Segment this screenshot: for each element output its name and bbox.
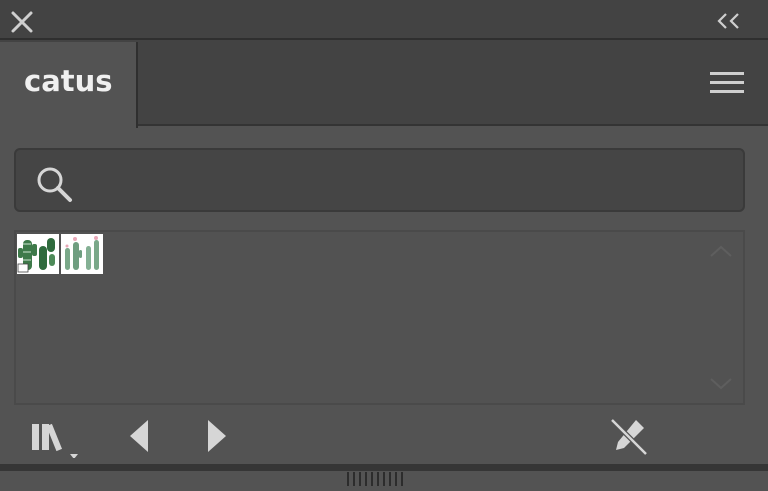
close-icon (11, 11, 33, 33)
hamburger-menu-icon (710, 72, 744, 93)
double-chevron-left-icon (717, 13, 739, 29)
search-icon (37, 167, 72, 202)
cactus-image (61, 234, 103, 274)
library-button[interactable] (28, 418, 82, 459)
library-books-icon (32, 423, 78, 459)
scroll-up-button[interactable] (709, 244, 733, 258)
tab-catus[interactable]: catus (0, 42, 138, 128)
triangle-right-icon (208, 420, 226, 452)
cactus-thumbnail-1[interactable] (17, 234, 59, 274)
pencil-unlink-icon (610, 418, 648, 456)
collapse-panel-button[interactable] (716, 12, 742, 30)
close-button[interactable] (10, 10, 34, 34)
cactus-thumbnail-2[interactable] (61, 234, 103, 274)
bottom-toolbar (0, 408, 768, 464)
previous-button[interactable] (124, 416, 154, 456)
resize-grip[interactable] (346, 472, 408, 486)
search-box[interactable] (14, 148, 745, 212)
grip-handle-icon (347, 472, 403, 486)
next-button[interactable] (202, 416, 232, 456)
triangle-left-icon (130, 420, 148, 452)
search-input[interactable] (94, 162, 728, 200)
cactus-image (17, 234, 59, 274)
scroll-down-button[interactable] (709, 377, 733, 391)
tab-label: catus (24, 64, 113, 98)
panel-divider (0, 464, 768, 471)
panel-title-bar (0, 0, 768, 40)
chevron-down-icon (710, 378, 732, 390)
tab-bar: catus (0, 40, 768, 128)
unlink-button[interactable] (606, 414, 652, 460)
asset-grid (14, 230, 745, 405)
chevron-up-icon (710, 245, 732, 257)
panel-menu-button[interactable] (710, 70, 744, 96)
